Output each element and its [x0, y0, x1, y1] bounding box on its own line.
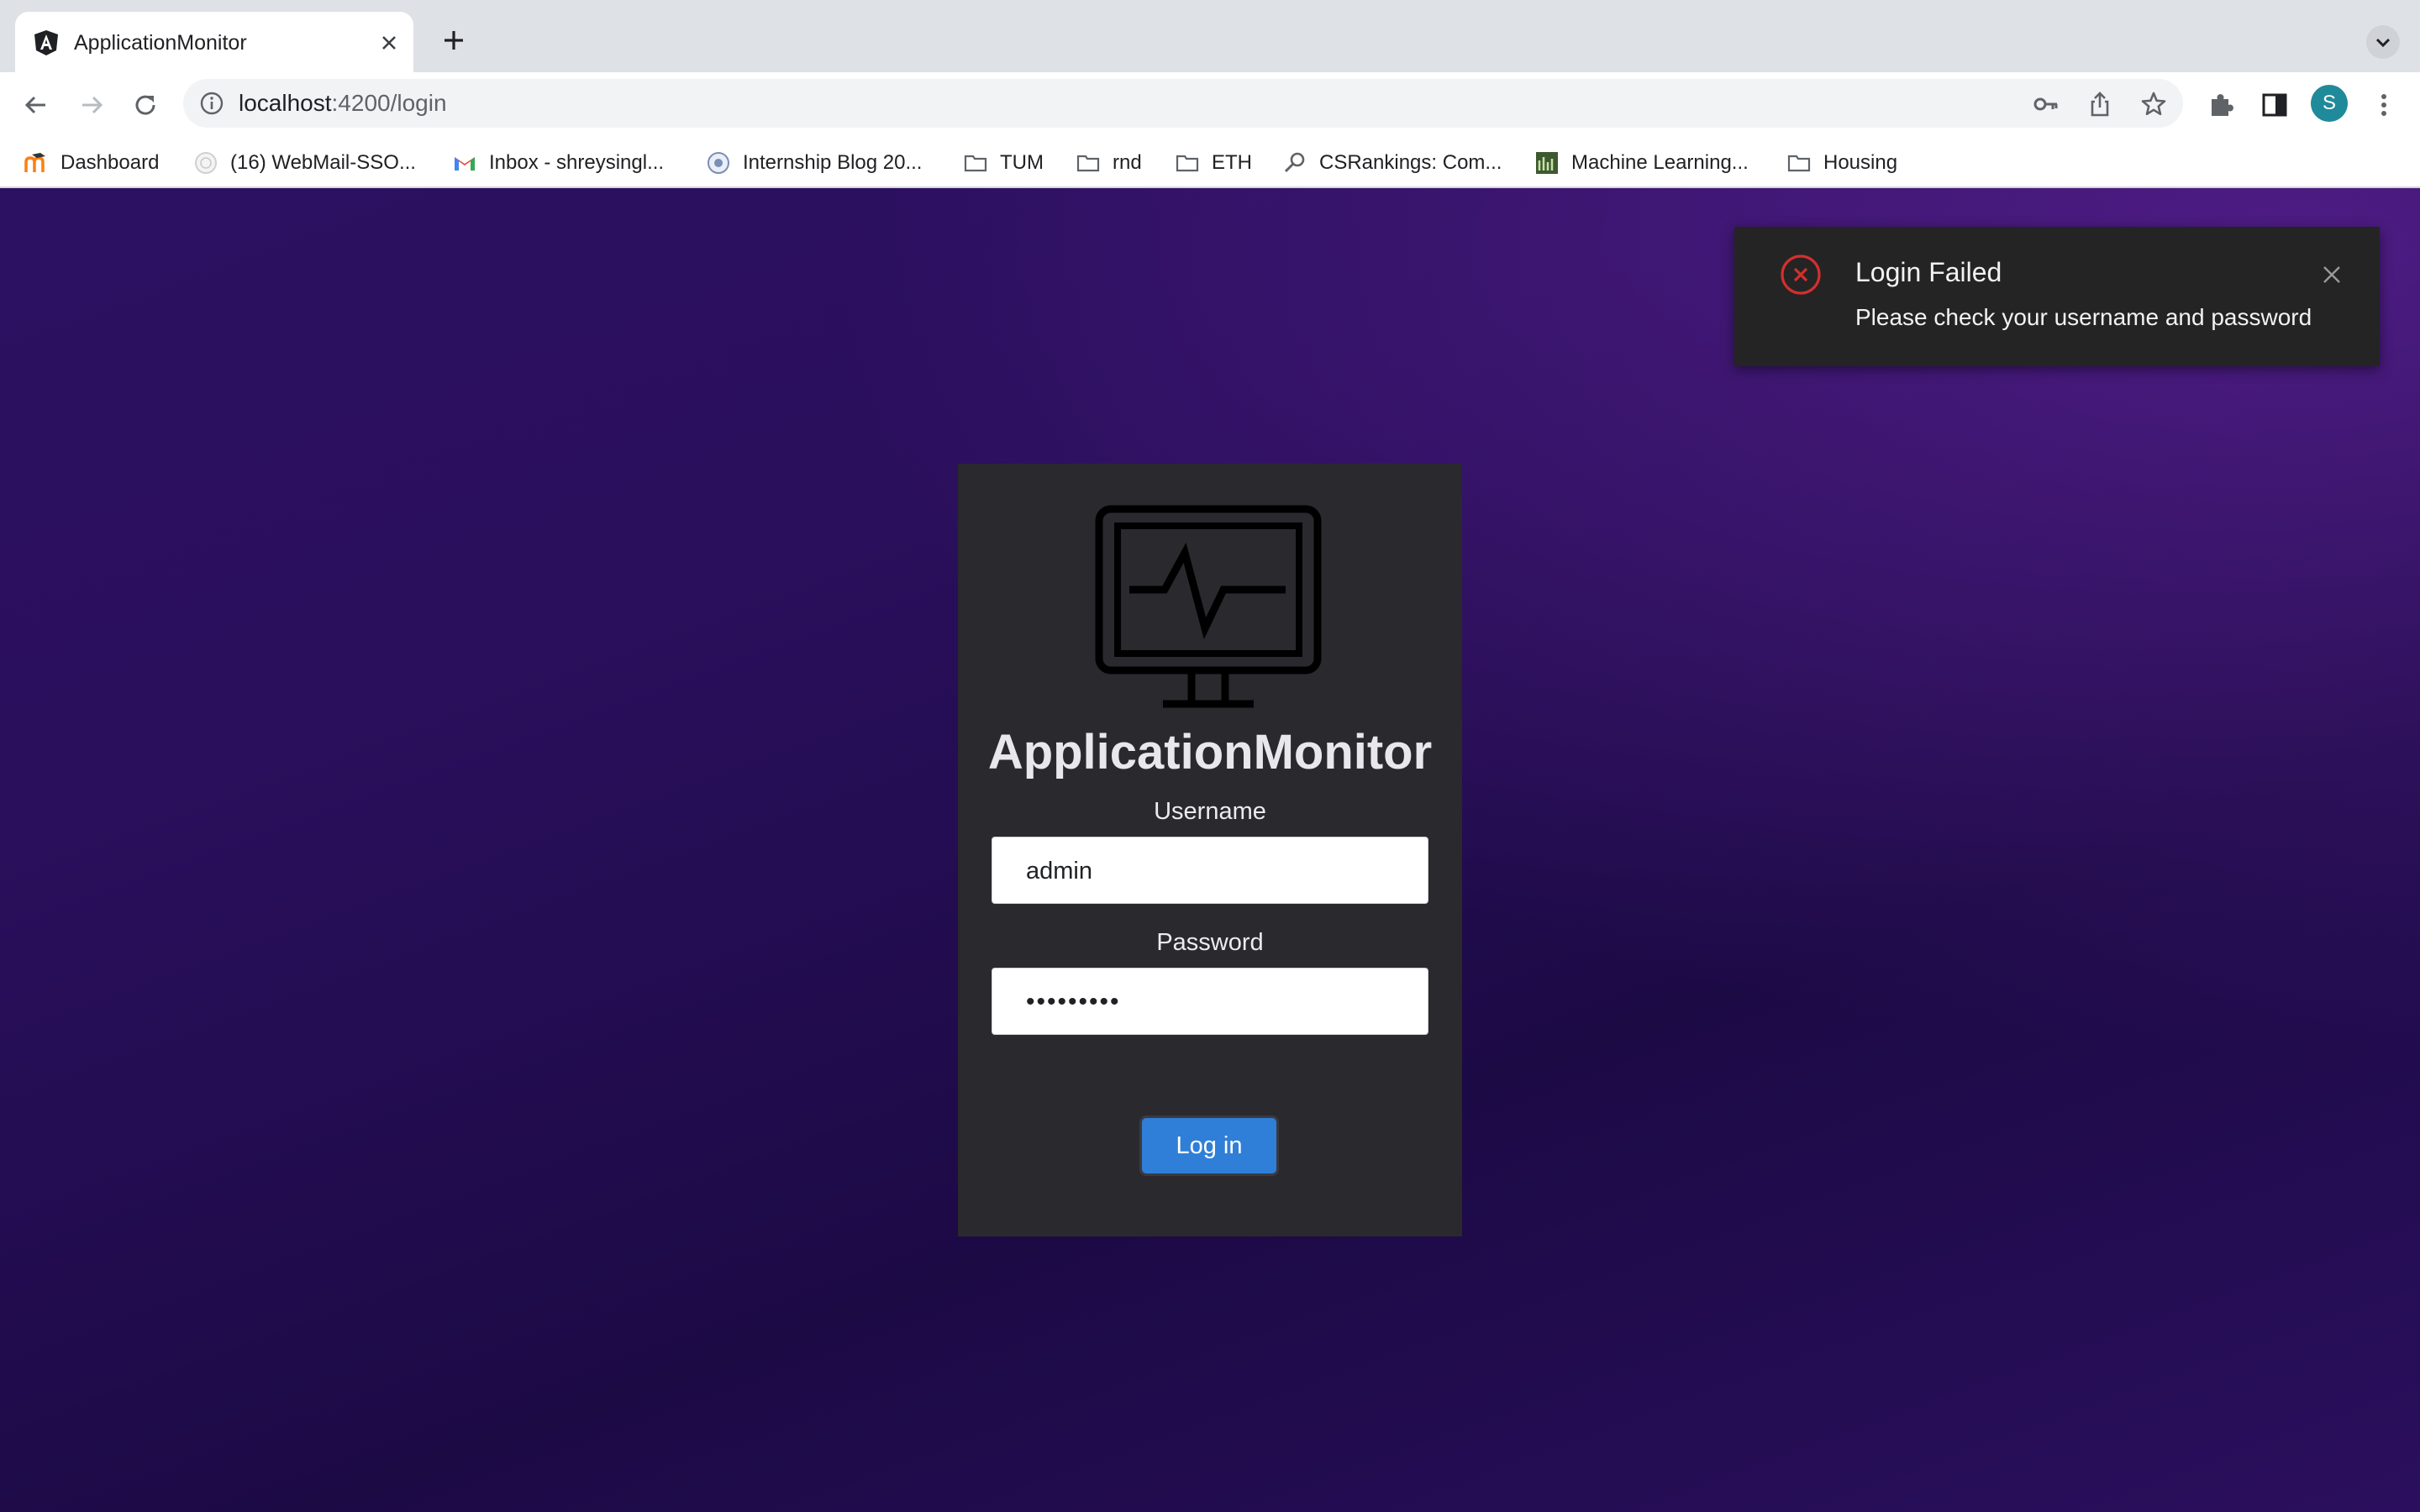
page-background: ApplicationMonitor Username admin Passwo… [0, 188, 2420, 1512]
bookmark-label: Machine Learning... [1571, 151, 1749, 174]
app-title: ApplicationMonitor [987, 725, 1433, 780]
puzzle-icon[interactable] [2205, 89, 2237, 121]
bookmark-folder-eth[interactable]: ETH [1175, 144, 1252, 181]
bookmarks-bar: Dashboard (16) WebMail-SSO... Inbox - sh… [0, 138, 2420, 188]
bookmark-csrankings[interactable]: CSRankings: Com... [1282, 144, 1502, 181]
toast-message: Please check your username and password [1855, 304, 2312, 330]
folder-icon [1076, 155, 1100, 172]
bookmark-label: TUM [1000, 151, 1044, 174]
password-input[interactable]: ••••••••• [992, 968, 1428, 1035]
star-icon[interactable] [2139, 90, 2168, 118]
bookmark-gmail[interactable]: Inbox - shreysingl... [452, 144, 664, 181]
back-arrow-icon[interactable] [20, 89, 52, 121]
bookmark-webmail[interactable]: (16) WebMail-SSO... [193, 144, 416, 181]
tab-strip: ApplicationMonitor [0, 0, 2420, 72]
error-circle-icon [1781, 255, 1821, 295]
bookmark-label: Housing [1823, 151, 1898, 174]
key-icon[interactable] [2032, 90, 2060, 118]
bookmark-machine-learning[interactable]: Machine Learning... [1534, 144, 1749, 181]
bookmark-label: rnd [1113, 151, 1142, 174]
reload-icon[interactable] [129, 89, 161, 121]
chevron-down-icon[interactable] [2366, 25, 2400, 59]
info-icon[interactable] [198, 90, 225, 117]
url-text: localhost:4200/login [239, 90, 447, 116]
folder-icon [1176, 155, 1199, 172]
bookmark-folder-rnd[interactable]: rnd [1076, 144, 1142, 181]
login-button[interactable]: Log in [1139, 1116, 1279, 1176]
gmail-icon [455, 157, 475, 171]
password-label: Password [1156, 929, 1264, 956]
monitor-heartbeat-icon [1095, 505, 1322, 708]
tab-title: ApplicationMonitor [74, 31, 247, 55]
ml-icon [1536, 152, 1558, 174]
browser-toolbar: localhost:4200/login S [0, 72, 2420, 138]
bookmark-folder-housing[interactable]: Housing [1786, 144, 1897, 181]
share-icon[interactable] [2086, 90, 2114, 118]
bookmark-internship-blog[interactable]: Internship Blog 20... [706, 144, 922, 181]
bookmark-label: Inbox - shreysingl... [489, 151, 665, 174]
bookmark-label: Dashboard [60, 151, 160, 174]
close-icon[interactable] [375, 29, 403, 57]
bookmark-label: ETH [1212, 151, 1252, 174]
bookmark-folder-tum[interactable]: TUM [963, 144, 1044, 181]
bookmark-label: CSRankings: Com... [1319, 151, 1502, 174]
bookmark-label: Internship Blog 20... [743, 151, 923, 174]
folder-icon [964, 155, 987, 172]
moodle-icon [24, 153, 45, 172]
forward-arrow-icon[interactable] [76, 89, 108, 121]
blog-icon [708, 152, 729, 174]
avatar[interactable]: S [2311, 85, 2348, 122]
magnifier-icon [1284, 152, 1305, 173]
angular-icon [34, 30, 58, 55]
kebab-menu-icon[interactable] [2368, 89, 2400, 121]
login-card: ApplicationMonitor Username admin Passwo… [958, 464, 1462, 1236]
close-icon[interactable] [2319, 262, 2344, 287]
folder-icon [1787, 155, 1811, 172]
error-toast: Login Failed Please check your username … [1734, 227, 2380, 366]
new-tab-icon[interactable] [435, 22, 472, 59]
bookmark-dashboard[interactable]: Dashboard [24, 144, 159, 181]
username-input[interactable]: admin [992, 837, 1428, 904]
address-bar[interactable]: localhost:4200/login [183, 79, 2183, 128]
webmail-icon [195, 152, 217, 174]
toast-title: Login Failed [1855, 257, 2002, 287]
browser-tab[interactable]: ApplicationMonitor [15, 12, 413, 72]
username-label: Username [1154, 798, 1266, 825]
side-panel-icon[interactable] [2259, 89, 2291, 121]
bookmark-label: (16) WebMail-SSO... [230, 151, 416, 174]
